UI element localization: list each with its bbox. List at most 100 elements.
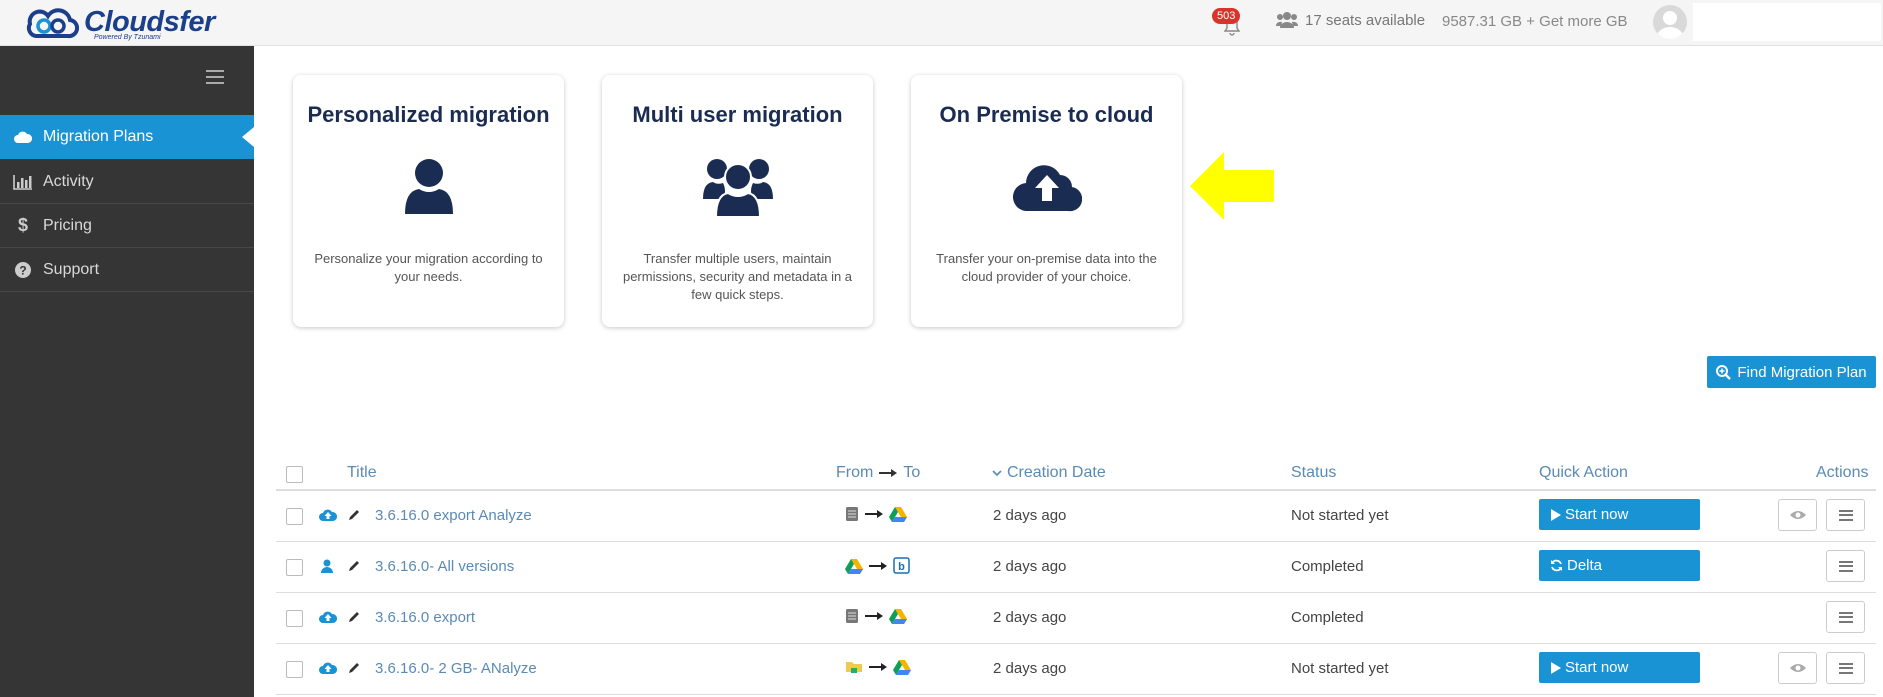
pencil-icon[interactable] [347,610,361,628]
column-to: To [903,464,921,481]
svg-text:b: b [898,561,905,573]
column-from-to: From To [836,464,920,482]
migration-title[interactable]: 3.6.16.0 export Analyze [375,507,532,524]
menu-icon [1838,611,1853,623]
sidebar: Migration Plans Activity $ Pricing ? Sup… [0,46,254,697]
eye-icon [1789,664,1806,672]
quick-action-label: Start now [1565,506,1629,523]
from-to-cell [845,506,907,522]
card-personalized-migration[interactable]: Personalized migration Personalize your … [293,75,564,327]
arrow-right-icon [865,510,883,518]
table-row[interactable]: 3.6.16.0 export 2 days ago Completed [276,593,1876,644]
select-all-checkbox[interactable] [286,466,303,483]
find-migration-plan-button[interactable]: Find Migration Plan [1707,356,1876,388]
cloud-upload-icon [319,508,338,526]
cloud-icon [12,130,34,144]
sidebar-item-activity[interactable]: Activity [0,160,254,204]
start-now-button[interactable]: Start now [1539,499,1700,530]
server-icon [846,609,858,623]
row-menu-button[interactable] [1826,550,1865,582]
svg-text:?: ? [19,263,26,277]
creation-date: 2 days ago [993,507,1067,524]
row-checkbox[interactable] [286,508,303,525]
user-name-box[interactable] [1693,3,1881,41]
search-plus-icon [1716,364,1732,380]
bar-chart-icon [12,174,34,190]
row-checkbox[interactable] [286,559,303,576]
status-text: Not started yet [1291,507,1389,524]
top-bar: Cloudsfer Powered By Tzunami 503 17 seat… [0,0,1883,46]
pencil-icon[interactable] [347,508,361,526]
status-text: Completed [1291,609,1364,626]
google-drive-icon [889,507,907,522]
user-icon [319,559,335,577]
arrow-right-icon [869,561,887,570]
creation-date: 2 days ago [993,558,1067,575]
pencil-icon[interactable] [347,559,361,577]
creation-date: 2 days ago [993,609,1067,626]
migration-title[interactable]: 3.6.16.0- All versions [375,558,514,575]
sidebar-item-support[interactable]: ? Support [0,248,254,292]
column-creation-date-label: Creation Date [1007,464,1106,481]
start-now-button[interactable]: Start now [1539,652,1700,683]
card-description: Transfer multiple users, maintain permis… [622,251,853,302]
from-to-cell [845,659,911,675]
sidebar-item-migration-plans[interactable]: Migration Plans [0,115,254,159]
users-icon [1276,12,1298,28]
migration-title[interactable]: 3.6.16.0- 2 GB- ANalyze [375,660,537,677]
user-icon [404,159,453,214]
view-button[interactable] [1778,499,1817,531]
seats-text: 17 seats available [1305,11,1426,29]
status-text: Not started yet [1291,660,1389,677]
from-to-cell: b [845,557,910,574]
row-menu-button[interactable] [1826,652,1865,684]
card-multi-user-migration[interactable]: Multi user migration Transfer multiple u… [602,75,873,327]
column-status: Status [1291,464,1337,481]
row-menu-button[interactable] [1826,601,1865,633]
card-description: Personalize your migration according to … [314,251,543,284]
creation-date: 2 days ago [993,660,1067,677]
card-on-premise-to-cloud[interactable]: On Premise to cloud Transfer your on-pre… [911,75,1182,327]
column-creation-date[interactable]: Creation Date [992,464,1106,482]
menu-icon [1838,509,1853,521]
column-quick-action: Quick Action [1539,464,1628,481]
storage-info[interactable]: 9587.31 GB + Get more GB [1442,13,1628,30]
logo-icon [26,8,80,39]
cloud-upload-icon [319,610,338,628]
avatar[interactable] [1653,5,1687,39]
logo[interactable]: Cloudsfer Powered By Tzunami [22,2,215,44]
play-icon [1551,661,1561,674]
table-header: Title From To Creation Date Status Quick… [276,458,1876,491]
cloud-upload-icon [1012,165,1082,212]
server-icon [846,507,858,521]
row-menu-button[interactable] [1826,499,1865,531]
column-title[interactable]: Title [347,464,377,482]
arrow-right-icon [879,469,898,477]
user-avatar-icon [1656,11,1684,39]
card-title: Multi user migration [632,102,843,127]
table-row[interactable]: 3.6.16.0- 2 GB- ANalyze 2 days ago Not s… [276,644,1876,695]
cloud-upload-icon [319,661,338,679]
table-row[interactable]: 3.6.16.0- All versions b 2 days ago Comp… [276,542,1876,593]
hamburger-menu-icon[interactable] [206,70,224,84]
notifications[interactable]: 503 [1212,8,1242,36]
row-checkbox[interactable] [286,661,303,678]
box-icon: b [893,557,910,574]
sidebar-item-label: Migration Plans [43,128,154,145]
card-title: Personalized migration [307,102,550,127]
delta-button[interactable]: Delta [1539,550,1700,581]
from-to-cell [845,608,907,624]
refresh-icon [1551,559,1562,572]
sidebar-item-label: Pricing [43,216,92,234]
yellow-arrow-icon [1190,152,1274,220]
pencil-icon[interactable] [347,661,361,679]
find-button-label: Find Migration Plan [1737,363,1867,381]
view-button[interactable] [1778,652,1817,684]
sidebar-item-pricing[interactable]: $ Pricing [0,204,254,248]
google-drive-icon [889,609,907,624]
sidebar-item-label: Activity [43,172,94,190]
migration-title[interactable]: 3.6.16.0 export [375,609,475,626]
arrow-right-icon [865,612,883,620]
table-row[interactable]: 3.6.16.0 export Analyze 2 days ago Not s… [276,491,1876,542]
row-checkbox[interactable] [286,610,303,627]
